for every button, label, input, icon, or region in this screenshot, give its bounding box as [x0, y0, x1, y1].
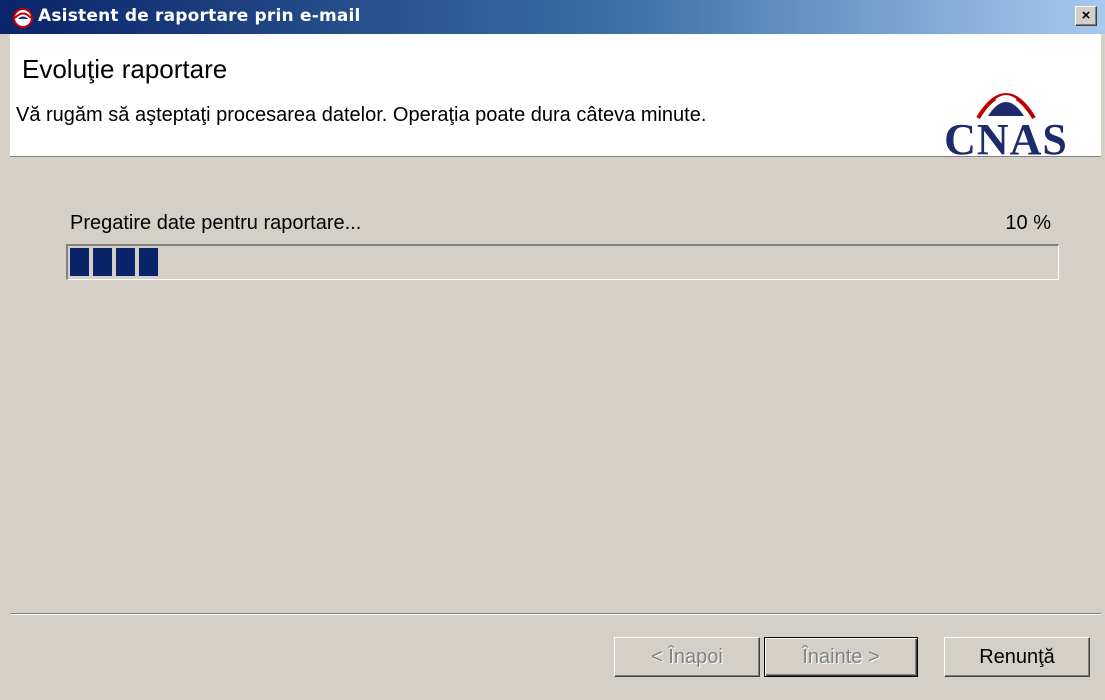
cancel-button[interactable]: Renunţă [944, 637, 1090, 677]
progress-percent: 10 % [1005, 212, 1051, 234]
progress-block [116, 248, 135, 276]
logo-text: CNAS [944, 115, 1068, 164]
wizard-header: Evoluţie raportare Vă rugăm să aşteptaţi… [10, 34, 1101, 164]
progress-bar [66, 244, 1059, 280]
back-button[interactable]: < Înapoi [614, 637, 760, 677]
progress-status: Pregatire date pentru raportare... [70, 212, 362, 234]
progress-block [93, 248, 112, 276]
footer-divider [10, 613, 1101, 615]
progress-fill [70, 248, 1058, 276]
progress-block [70, 248, 89, 276]
progress-block [139, 248, 158, 276]
next-button[interactable]: Înainte > [764, 637, 918, 677]
close-button[interactable]: × [1075, 6, 1097, 26]
cnas-emblem-icon [13, 8, 33, 28]
close-icon: × [1081, 7, 1091, 24]
window-title: Asistent de raportare prin e-mail [38, 6, 361, 26]
page-title: Evoluţie raportare [22, 54, 228, 84]
title-bar: Asistent de raportare prin e-mail × [0, 0, 1105, 34]
page-subtitle: Vă rugăm să aşteptaţi procesarea datelor… [16, 104, 707, 126]
cnas-logo: CNAS [926, 78, 1086, 164]
